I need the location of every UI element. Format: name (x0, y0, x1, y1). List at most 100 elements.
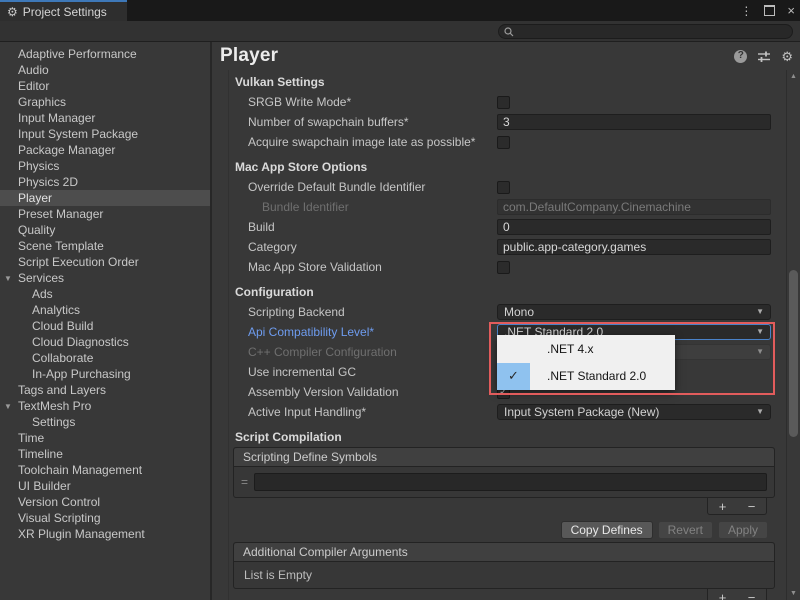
apply-button[interactable]: Apply (718, 521, 768, 539)
property-label: Number of swapchain buffers* (235, 115, 497, 129)
sidebar-item-editor[interactable]: Editor (0, 78, 210, 94)
sidebar-item-collaborate[interactable]: Collaborate (0, 350, 210, 366)
sidebar-item-adaptive-performance[interactable]: Adaptive Performance (0, 46, 210, 62)
sidebar-item-label: In-App Purchasing (32, 367, 131, 381)
sidebar-item-services[interactable]: ▼Services (0, 270, 210, 286)
remove-button[interactable]: − (744, 500, 760, 513)
row-category: Categorypublic.app-category.games (212, 237, 786, 257)
row-override-default-bundle-identifier: Override Default Bundle Identifier (212, 177, 786, 197)
property-control (497, 94, 771, 110)
mac-app-store-validation-checkbox[interactable] (497, 261, 510, 274)
copy-defines-button[interactable]: Copy Defines (561, 521, 653, 539)
sidebar-item-input-system-package[interactable]: Input System Package (0, 126, 210, 142)
kebab-menu-icon[interactable]: ⋮ (740, 5, 752, 17)
acquire-swapchain-image-late-as-possible-checkbox[interactable] (497, 136, 510, 149)
add-button[interactable]: + (715, 500, 731, 513)
window-controls: ⋮ × (740, 0, 795, 21)
sidebar-item-label: XR Plugin Management (18, 527, 145, 541)
row-number-of-swapchain-buffers: Number of swapchain buffers*3 (212, 112, 786, 132)
additional-compiler-arguments-box: Additional Compiler Arguments List is Em… (233, 542, 775, 589)
active-input-handling-dropdown[interactable]: Input System Package (New)▼ (497, 404, 771, 420)
sidebar-item-in-app-purchasing[interactable]: In-App Purchasing (0, 366, 210, 382)
sidebar-item-player[interactable]: Player (0, 190, 210, 206)
section-header-vulkan-settings: Vulkan Settings (212, 72, 786, 92)
check-icon: ✓ (497, 363, 530, 391)
srgb-write-mode-checkbox[interactable] (497, 96, 510, 109)
sidebar-item-cloud-diagnostics[interactable]: Cloud Diagnostics (0, 334, 210, 350)
property-label: Api Compatibility Level* (235, 325, 497, 339)
sidebar-item-label: Preset Manager (18, 207, 103, 221)
sidebar-item-script-execution-order[interactable]: Script Execution Order (0, 254, 210, 270)
sidebar-item-input-manager[interactable]: Input Manager (0, 110, 210, 126)
toolbar (0, 21, 800, 42)
sidebar-item-audio[interactable]: Audio (0, 62, 210, 78)
revert-button[interactable]: Revert (658, 521, 713, 539)
sidebar-item-label: Physics 2D (18, 175, 78, 189)
property-control (497, 134, 771, 150)
list-empty-text: List is Empty (234, 562, 774, 588)
search-box[interactable] (498, 24, 793, 39)
foldout-open-icon[interactable]: ▼ (4, 271, 12, 287)
sidebar-item-textmesh-pro[interactable]: ▼TextMesh Pro (0, 398, 210, 414)
foldout-open-icon[interactable]: ▼ (4, 399, 12, 415)
sidebar-item-physics-2d[interactable]: Physics 2D (0, 174, 210, 190)
maximize-icon[interactable] (764, 5, 775, 16)
sidebar-item-time[interactable]: Time (0, 430, 210, 446)
drag-handle-icon[interactable]: = (241, 475, 248, 489)
help-icon[interactable]: ? (734, 50, 747, 63)
sidebar-item-settings[interactable]: Settings (0, 414, 210, 430)
menu-option-net-4-x[interactable]: .NET 4.x (497, 335, 675, 363)
remove-button[interactable]: − (744, 591, 760, 600)
presets-icon[interactable] (757, 50, 771, 63)
property-control (497, 259, 771, 275)
sidebar-item-visual-scripting[interactable]: Visual Scripting (0, 510, 210, 526)
scrollbar-thumb[interactable] (789, 270, 798, 437)
gear-icon[interactable]: ⚙ (781, 50, 793, 63)
sidebar-item-scene-template[interactable]: Scene Template (0, 238, 210, 254)
sidebar-item-graphics[interactable]: Graphics (0, 94, 210, 110)
sidebar-item-ui-builder[interactable]: UI Builder (0, 478, 210, 494)
sidebar-item-cloud-build[interactable]: Cloud Build (0, 318, 210, 334)
sidebar-item-package-manager[interactable]: Package Manager (0, 142, 210, 158)
add-button[interactable]: + (715, 591, 731, 600)
sidebar-item-ads[interactable]: Ads (0, 286, 210, 302)
sidebar-item-xr-plugin-management[interactable]: XR Plugin Management (0, 526, 210, 542)
number-of-swapchain-buffers-field[interactable]: 3 (497, 114, 771, 130)
search-input[interactable] (517, 26, 767, 38)
vertical-scrollbar[interactable]: ▲ ▼ (786, 70, 800, 600)
sidebar-item-analytics[interactable]: Analytics (0, 302, 210, 318)
sidebar-item-label: Timeline (18, 447, 63, 461)
close-icon[interactable]: × (787, 4, 795, 17)
settings-content: Vulkan SettingsSRGB Write Mode*Number of… (212, 70, 786, 600)
menu-option-net-standard-2-0[interactable]: ✓.NET Standard 2.0 (497, 363, 675, 391)
sidebar-item-label: Package Manager (18, 143, 115, 157)
scripting-backend-dropdown[interactable]: Mono▼ (497, 304, 771, 320)
sidebar-item-tags-and-layers[interactable]: Tags and Layers (0, 382, 210, 398)
sidebar-item-version-control[interactable]: Version Control (0, 494, 210, 510)
override-default-bundle-identifier-checkbox[interactable] (497, 181, 510, 194)
project-settings-window: ⚙ Project Settings ⋮ × Adaptive Performa… (0, 0, 800, 600)
sidebar-item-physics[interactable]: Physics (0, 158, 210, 174)
sidebar-item-label: Settings (32, 415, 75, 429)
sidebar-item-timeline[interactable]: Timeline (0, 446, 210, 462)
sidebar-item-quality[interactable]: Quality (0, 222, 210, 238)
scroll-up-icon[interactable]: ▲ (787, 73, 800, 80)
section-header-configuration: Configuration (212, 282, 786, 302)
category-field[interactable]: public.app-category.games (497, 239, 771, 255)
sidebar-item-toolchain-management[interactable]: Toolchain Management (0, 462, 210, 478)
property-label: Mac App Store Validation (235, 260, 497, 274)
sidebar-item-label: Player (18, 191, 52, 205)
sidebar-item-label: Adaptive Performance (18, 47, 137, 61)
bundle-identifier-field[interactable]: com.DefaultCompany.Cinemachine (497, 199, 771, 215)
scroll-down-icon[interactable]: ▼ (787, 590, 800, 597)
sidebar-item-preset-manager[interactable]: Preset Manager (0, 206, 210, 222)
build-field[interactable]: 0 (497, 219, 771, 235)
define-symbol-input[interactable] (254, 473, 767, 491)
property-label: Override Default Bundle Identifier (235, 180, 497, 194)
settings-sidebar: Adaptive PerformanceAudioEditorGraphicsI… (0, 42, 212, 600)
tab-project-settings[interactable]: ⚙ Project Settings (0, 0, 127, 21)
property-label: Acquire swapchain image late as possible… (235, 135, 497, 149)
menu-option-label: .NET 4.x (547, 335, 593, 363)
sidebar-item-label: Analytics (32, 303, 80, 317)
define-symbol-entry: = (241, 472, 767, 492)
